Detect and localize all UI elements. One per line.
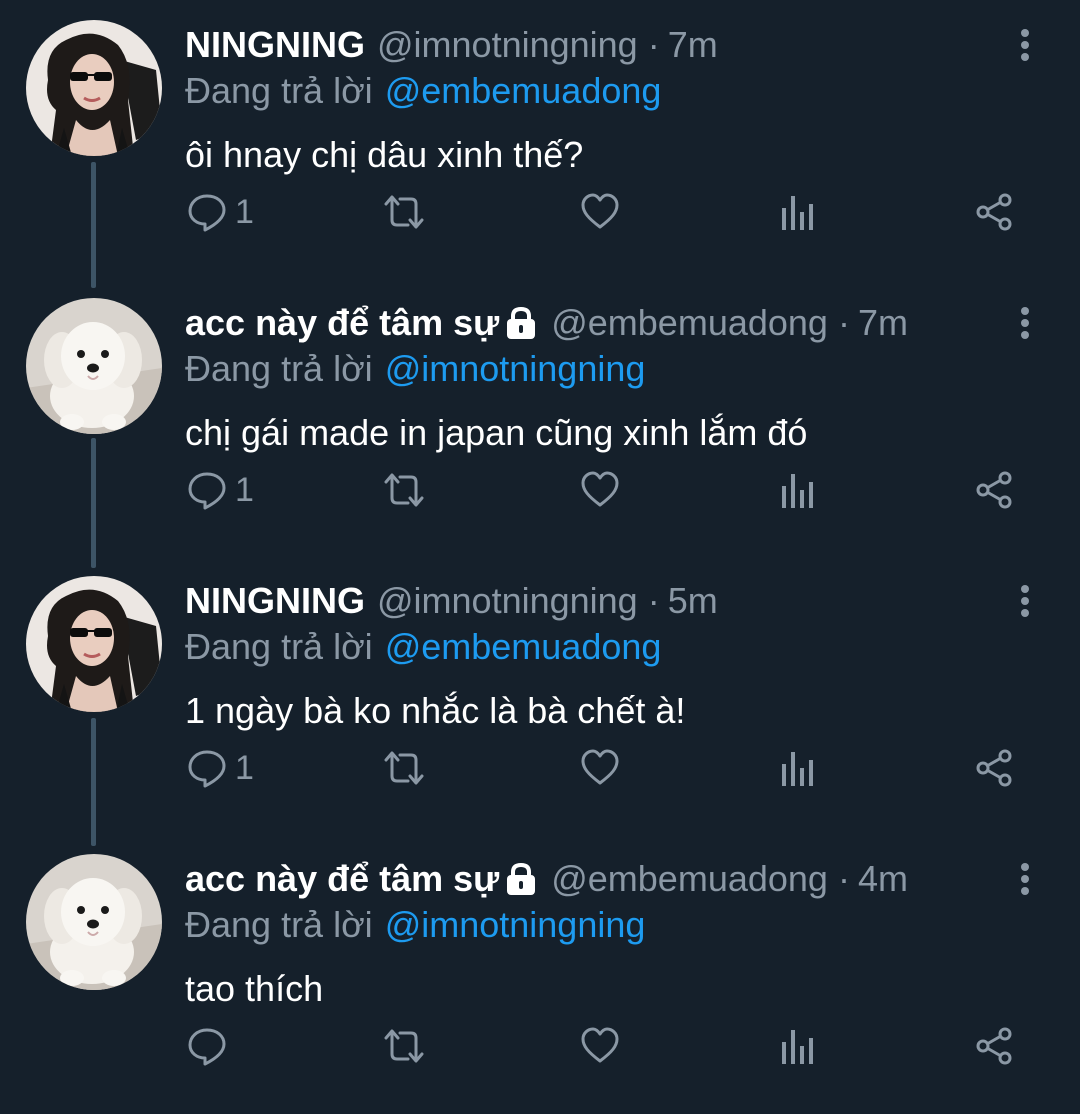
share-button[interactable]	[975, 190, 1015, 234]
girl-sunglasses-avatar	[26, 20, 162, 156]
share-icon	[976, 749, 1012, 787]
share-button[interactable]	[975, 1024, 1015, 1068]
retweet-icon	[384, 751, 424, 785]
display-name[interactable]: acc này để tâm sự	[185, 302, 499, 344]
reply-button[interactable]: 1	[187, 190, 254, 234]
white-puppy-avatar	[26, 298, 162, 434]
like-icon	[581, 1027, 619, 1063]
analytics-icon	[782, 196, 813, 230]
timestamp[interactable]: 4m	[858, 858, 908, 900]
tweet[interactable]: acc này để tâm sự @embemuadong · 4m Đang…	[0, 834, 1080, 1114]
analytics-button[interactable]	[780, 468, 814, 512]
separator: ·	[647, 24, 660, 65]
more-options-icon[interactable]	[1014, 306, 1036, 340]
action-bar: 1	[0, 190, 1080, 234]
like-icon	[581, 471, 619, 507]
retweet-button[interactable]	[382, 746, 426, 790]
display-name[interactable]: acc này để tâm sự	[185, 858, 499, 900]
analytics-icon	[782, 752, 813, 786]
analytics-button[interactable]	[780, 190, 814, 234]
action-bar: 1	[0, 468, 1080, 512]
separator: ·	[647, 580, 660, 621]
analytics-button[interactable]	[780, 746, 814, 790]
share-icon	[976, 471, 1012, 509]
reply-icon	[188, 472, 226, 510]
share-button[interactable]	[975, 468, 1015, 512]
display-name[interactable]: NINGNING	[185, 580, 365, 622]
tweet[interactable]: acc này để tâm sự @embemuadong · 7m Đang…	[0, 278, 1080, 558]
mention-link[interactable]: @embemuadong	[385, 70, 662, 111]
reply-button[interactable]	[187, 1024, 235, 1068]
more-options-icon[interactable]	[1014, 584, 1036, 618]
analytics-button[interactable]	[780, 1024, 814, 1068]
display-name[interactable]: NINGNING	[185, 24, 365, 66]
timestamp[interactable]: 7m	[668, 24, 718, 66]
replying-to: Đang trả lời @embemuadong	[185, 626, 661, 668]
timestamp[interactable]: 5m	[668, 580, 718, 622]
tweet[interactable]: NINGNING @imnotningning · 7m Đang trả lờ…	[0, 0, 1080, 280]
girl-sunglasses-avatar	[26, 576, 162, 712]
separator: ·	[837, 858, 850, 899]
reply-icon	[188, 750, 226, 788]
replying-to: Đang trả lời @imnotningning	[185, 348, 645, 390]
avatar[interactable]	[26, 576, 162, 712]
tweet-text: tao thích	[185, 968, 324, 1009]
reply-count: 1	[235, 748, 254, 787]
replying-to-label: Đang trả lời	[185, 904, 373, 945]
handle[interactable]: @imnotningning	[377, 24, 638, 66]
retweet-button[interactable]	[382, 1024, 426, 1068]
lock-icon	[505, 862, 537, 896]
more-options-icon[interactable]	[1014, 862, 1036, 896]
separator: ·	[837, 302, 850, 343]
mention-link[interactable]: @imnotningning	[385, 904, 646, 945]
reply-icon	[188, 1028, 226, 1066]
tweet-text: chị gái made in japan cũng xinh lắm đó	[185, 412, 808, 453]
action-bar	[0, 1024, 1080, 1068]
analytics-icon	[782, 474, 813, 508]
handle[interactable]: @embemuadong	[551, 302, 828, 344]
avatar[interactable]	[26, 298, 162, 434]
reply-button[interactable]: 1	[187, 468, 254, 512]
like-icon	[581, 749, 619, 785]
replying-to: Đang trả lời @imnotningning	[185, 904, 645, 946]
tweet[interactable]: NINGNING @imnotningning · 5m Đang trả lờ…	[0, 556, 1080, 836]
tweet-text: ôi hnay chị dâu xinh thế?	[185, 134, 584, 175]
reply-count: 1	[235, 470, 254, 509]
retweet-icon	[384, 195, 424, 229]
reply-count: 1	[235, 192, 254, 231]
replying-to-label: Đang trả lời	[185, 626, 373, 667]
like-button[interactable]	[580, 746, 620, 790]
retweet-icon	[384, 1029, 424, 1063]
reply-icon	[188, 194, 226, 232]
reply-button[interactable]: 1	[187, 746, 254, 790]
retweet-button[interactable]	[382, 190, 426, 234]
mention-link[interactable]: @imnotningning	[385, 348, 646, 389]
retweet-button[interactable]	[382, 468, 426, 512]
lock-icon	[505, 306, 537, 340]
like-button[interactable]	[580, 468, 620, 512]
white-puppy-avatar	[26, 854, 162, 990]
replying-to-label: Đang trả lời	[185, 348, 373, 389]
handle[interactable]: @embemuadong	[551, 858, 828, 900]
replying-to-label: Đang trả lời	[185, 70, 373, 111]
action-bar: 1	[0, 746, 1080, 790]
share-icon	[976, 193, 1012, 231]
share-icon	[976, 1027, 1012, 1065]
replying-to: Đang trả lời @embemuadong	[185, 70, 661, 112]
handle[interactable]: @imnotningning	[377, 580, 638, 622]
retweet-icon	[384, 473, 424, 507]
timestamp[interactable]: 7m	[858, 302, 908, 344]
analytics-icon	[782, 1030, 813, 1064]
avatar[interactable]	[26, 854, 162, 990]
avatar[interactable]	[26, 20, 162, 156]
like-icon	[581, 193, 619, 229]
mention-link[interactable]: @embemuadong	[385, 626, 662, 667]
more-options-icon[interactable]	[1014, 28, 1036, 62]
share-button[interactable]	[975, 746, 1015, 790]
tweet-text: 1 ngày bà ko nhắc là bà chết à!	[185, 690, 686, 731]
like-button[interactable]	[580, 1024, 620, 1068]
like-button[interactable]	[580, 190, 620, 234]
